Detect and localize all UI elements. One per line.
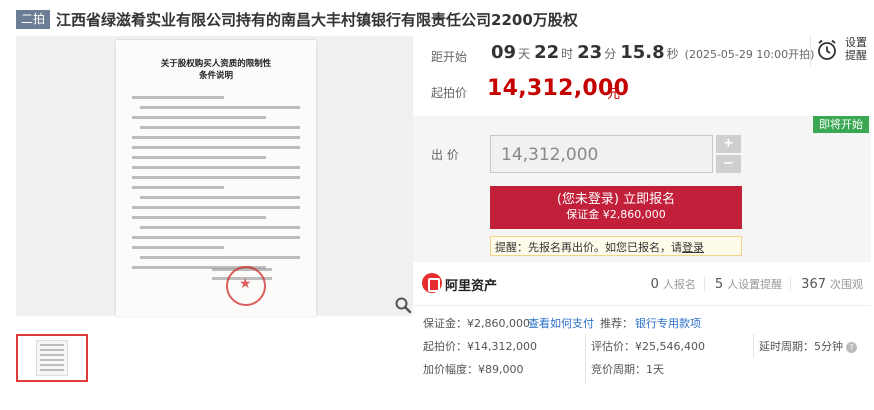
reminder-count: 5: [714, 277, 724, 292]
document-page: 关于股权购买人资质的限制性 条件说明: [116, 40, 316, 316]
login-link[interactable]: 登录: [682, 241, 704, 254]
bid-label: 出 价: [431, 148, 459, 162]
reminder-count-label: 人设置提醒: [727, 278, 783, 291]
signup-deposit-label: 保证金 ¥2,860,000: [566, 208, 666, 221]
deposit-amount: 保证金：¥2,860,000: [423, 317, 530, 330]
decrease-bid-button[interactable]: −: [716, 155, 741, 173]
doc-text-line: [140, 106, 300, 109]
countdown-seconds-unit: 秒: [666, 47, 679, 61]
official-seal-icon: [226, 266, 266, 306]
thumbnail-page: [36, 340, 68, 376]
signup-button[interactable]: (您未登录) 立即报名 保证金 ¥2,860,000: [490, 186, 742, 229]
auction-period: 竞价周期：1天: [591, 361, 664, 377]
recommend-label: 推荐：: [600, 317, 633, 330]
doc-text-line: [132, 96, 225, 99]
alarm-clock-icon[interactable]: [815, 38, 839, 62]
platform-info: 阿里资产 0 人报名 5 人设置提醒 367 次围观: [413, 262, 871, 306]
tip-text: 提醒：先报名再出价。如您已报名，请: [495, 241, 682, 254]
how-to-pay-link[interactable]: 查看如何支付: [528, 315, 594, 331]
divider: [703, 277, 705, 291]
auction-details: 保证金：¥2,860,000 查看如何支付 推荐： 银行专用款项 起拍价：¥14…: [413, 306, 871, 406]
doc-text-line: [132, 246, 225, 249]
doc-text-line: [132, 136, 300, 139]
auction-summary: 距开始 09 天 22 时 23 分 15.8 秒 (2025-05-29 10…: [413, 36, 871, 116]
delay-period: 延时周期：5分钟?: [759, 338, 857, 354]
countdown-seconds: 15.8: [620, 42, 665, 63]
document-preview[interactable]: 关于股权购买人资质的限制性 条件说明: [16, 36, 413, 316]
divider: [753, 334, 754, 358]
auction-stats: 0 人报名 5 人设置提醒 367 次围观: [641, 276, 863, 292]
bid-panel: 即将开始 出 价 14,312,000 + − (您未登录) 立即报名 保证金 …: [413, 116, 871, 262]
countdown-label: 距开始: [431, 50, 468, 64]
doc-text-line: [132, 166, 300, 169]
set-reminder-button[interactable]: 设置 提醒: [841, 36, 871, 62]
login-tip: 提醒：先报名再出价。如您已报名，请登录: [490, 236, 742, 256]
doc-text-line: [132, 236, 300, 239]
countdown-hours: 22: [534, 42, 560, 63]
auction-start-time: (2025-05-29 10:00开拍): [684, 48, 815, 61]
doc-text-line: [132, 206, 300, 209]
doc-text-line: [140, 226, 300, 229]
countdown-days: 09: [491, 42, 517, 63]
countdown-minutes-unit: 分: [604, 47, 617, 61]
bid-amount-input[interactable]: 14,312,000: [490, 135, 713, 173]
auction-period-label: 竞价周期：: [591, 363, 646, 376]
document-title: 关于股权购买人资质的限制性 条件说明: [160, 59, 272, 81]
status-badge: 即将开始: [813, 116, 869, 133]
doc-text-line: [132, 156, 267, 159]
round-badge: 二拍: [16, 9, 51, 29]
increase-bid-button[interactable]: +: [716, 135, 741, 153]
doc-text-line: [132, 186, 225, 189]
bank-fund-link[interactable]: 银行专用款项: [635, 315, 701, 331]
ali-assets-logo-icon: [422, 273, 442, 293]
doc-text-line: [140, 256, 300, 259]
help-icon[interactable]: ?: [846, 342, 857, 353]
page-title: 江西省绿滋肴实业有限公司持有的南昌大丰村镇银行有限责任公司2200万股权: [56, 10, 578, 29]
doc-text-line: [132, 146, 300, 149]
platform-name[interactable]: 阿里资产: [445, 275, 497, 294]
bid-stepper: + −: [716, 135, 741, 173]
start-price-label: 起拍价: [431, 86, 468, 100]
auction-period-value: 1天: [646, 363, 664, 376]
doc-text-line: [132, 176, 300, 179]
countdown-minutes: 23: [577, 42, 603, 63]
delay-period-value: 5分钟: [814, 340, 843, 353]
start-price-unit: 元: [607, 87, 621, 102]
appraisal-price: 评估价：¥25,546,400: [591, 340, 705, 353]
signup-button-label: (您未登录) 立即报名: [556, 192, 676, 207]
divider: [790, 277, 792, 291]
bid-increment: 加价幅度：¥89,000: [423, 363, 524, 376]
doc-text-line: [132, 216, 267, 219]
doc-text-line: [140, 196, 300, 199]
signup-count-label: 人报名: [662, 278, 696, 291]
view-count-label: 次围观: [830, 278, 863, 291]
countdown-days-unit: 天: [518, 47, 531, 61]
countdown-timer: 09 天 22 时 23 分 15.8 秒 (2025-05-29 10:00开…: [491, 42, 814, 63]
signup-count: 0: [650, 277, 659, 292]
delay-period-label: 延时周期：: [759, 340, 814, 353]
zoom-magnifier-icon[interactable]: [394, 296, 412, 314]
countdown-hours-unit: 时: [561, 47, 574, 61]
item-title-bar: 二拍 江西省绿滋肴实业有限公司持有的南昌大丰村镇银行有限责任公司2200万股权: [16, 8, 866, 30]
view-count: 367: [801, 277, 826, 292]
divider: [585, 334, 586, 384]
doc-text-line: [140, 126, 300, 129]
doc-text-line: [132, 116, 267, 119]
document-thumbnail[interactable]: [16, 334, 88, 382]
start-price-detail: 起拍价：¥14,312,000: [423, 340, 537, 353]
divider: [810, 36, 811, 66]
